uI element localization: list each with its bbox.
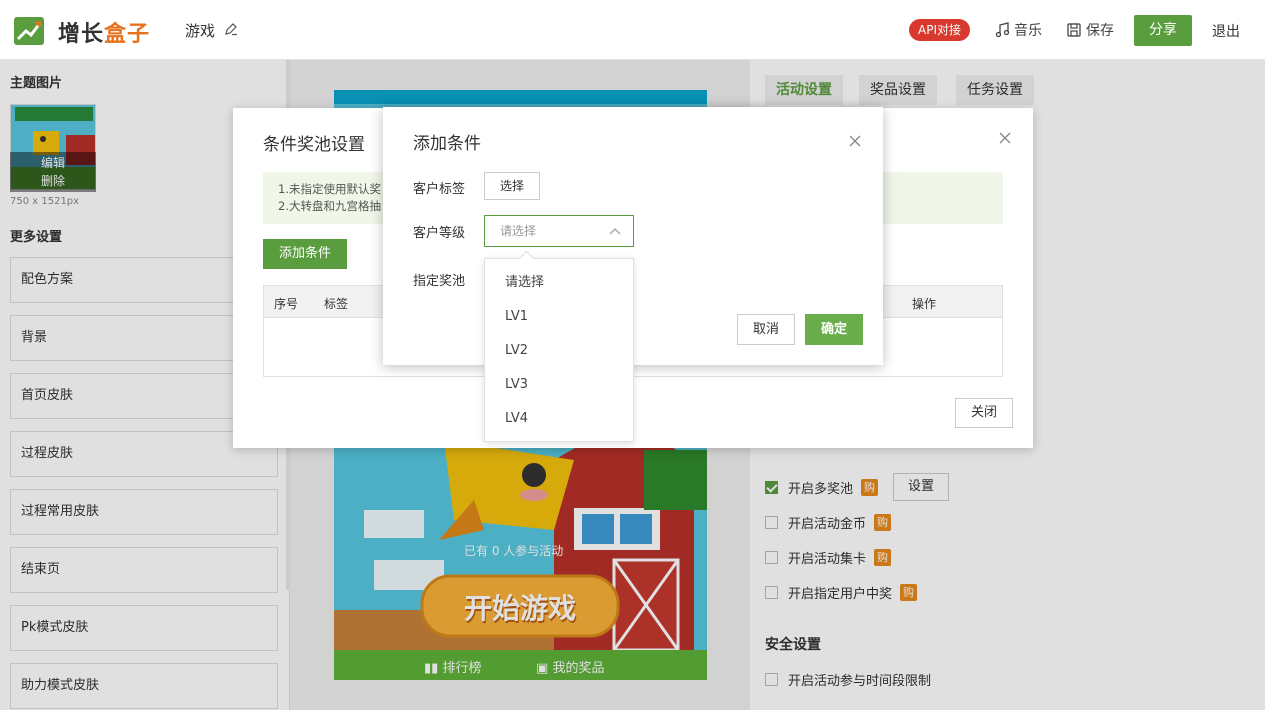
col-tag: 标签 [324,297,349,311]
brand-name: 增长盒子 [58,16,150,48]
customer-level-select[interactable]: 请选择 [484,215,634,247]
assign-pool-label: 指定奖池 [413,274,466,289]
chevron-up-icon [609,228,621,235]
save-disk-icon [1067,23,1081,37]
pool-dialog-title: 条件奖池设置 [263,135,365,155]
save-label: 保存 [1086,23,1114,39]
music-button[interactable]: 音乐 [994,20,1042,40]
brand-part2: 盒子 [104,22,151,47]
level-select-value: 请选择 [500,224,537,238]
growth-logo-icon [14,17,44,45]
top-header: 增长盒子 游戏 API对接 音乐 保存 分享 退出 [0,0,1265,60]
level-option-lv2[interactable]: LV2 [485,334,633,368]
game-name: 游戏 [185,22,216,40]
confirm-button[interactable]: 确定 [805,314,863,345]
customer-tag-label: 客户标签 [413,182,466,197]
logout-link[interactable]: 退出 [1212,21,1240,41]
select-tag-button[interactable]: 选择 [484,172,540,200]
col-index: 序号 [274,297,299,311]
add-condition-button[interactable]: 添加条件 [263,239,347,269]
level-option-lv4[interactable]: LV4 [485,402,633,436]
music-label: 音乐 [1014,23,1042,39]
edit-icon[interactable] [224,22,238,36]
music-note-icon [995,22,1010,38]
close-button[interactable]: 关闭 [955,398,1013,428]
customer-level-label: 客户等级 [413,226,466,241]
api-badge[interactable]: API对接 [909,19,970,41]
level-option-placeholder[interactable]: 请选择 [485,266,633,300]
close-icon[interactable] [849,135,861,147]
cancel-button[interactable]: 取消 [737,314,795,345]
brand-part1: 增长 [58,22,105,47]
save-button[interactable]: 保存 [1066,20,1114,40]
level-option-lv3[interactable]: LV3 [485,368,633,402]
level-dropdown: 请选择 LV1 LV2 LV3 LV4 [484,258,634,442]
share-button[interactable]: 分享 [1134,15,1192,46]
add-dialog-title: 添加条件 [413,134,481,154]
close-icon[interactable] [999,132,1011,144]
col-action: 操作 [912,297,937,311]
level-option-lv1[interactable]: LV1 [485,300,633,334]
